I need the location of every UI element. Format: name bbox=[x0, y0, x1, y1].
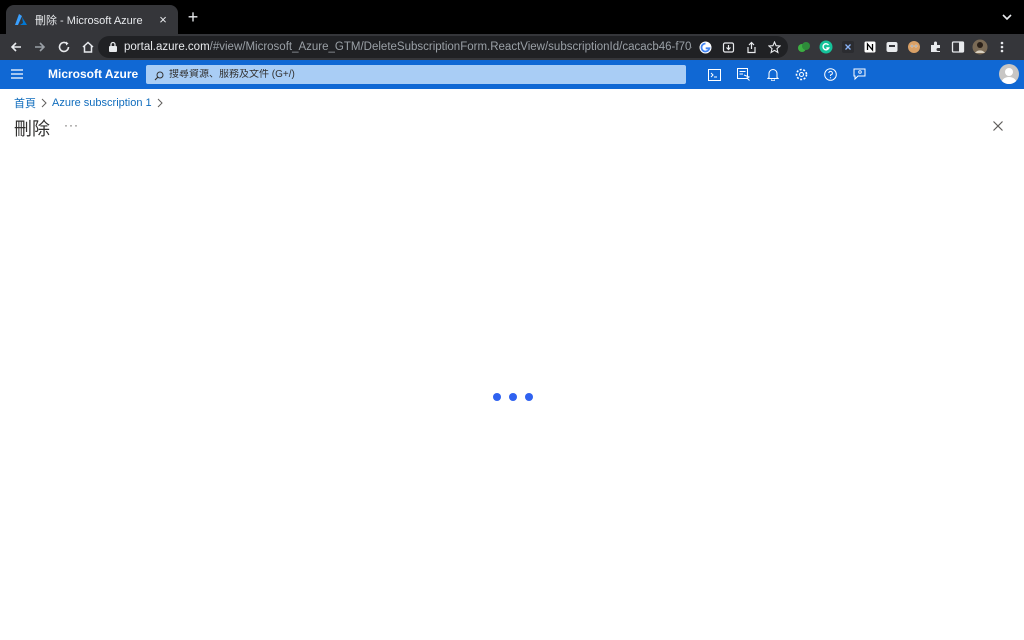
home-icon[interactable] bbox=[77, 36, 99, 58]
extension-chat-icon[interactable] bbox=[882, 37, 902, 57]
search-input[interactable] bbox=[169, 69, 669, 80]
user-avatar[interactable] bbox=[999, 64, 1019, 84]
puzzle-icon[interactable] bbox=[926, 37, 946, 57]
google-lens-icon[interactable] bbox=[695, 37, 715, 57]
hamburger-menu-icon[interactable] bbox=[10, 68, 24, 80]
url-text: portal.azure.com/#view/Microsoft_Azure_G… bbox=[124, 41, 692, 53]
reload-icon[interactable] bbox=[53, 36, 75, 58]
page-title: 刪除 bbox=[14, 119, 50, 140]
feedback-icon[interactable] bbox=[845, 64, 874, 85]
gear-icon[interactable] bbox=[787, 64, 816, 85]
new-tab-button[interactable]: + bbox=[184, 8, 202, 26]
extension-x-icon[interactable] bbox=[838, 37, 858, 57]
browser-tab-active[interactable]: 刪除 - Microsoft Azure × bbox=[6, 5, 178, 34]
close-icon[interactable] bbox=[990, 118, 1006, 134]
forward-arrow-icon[interactable] bbox=[29, 36, 51, 58]
directory-filter-icon[interactable] bbox=[729, 64, 758, 85]
grammarly-icon[interactable] bbox=[816, 37, 836, 57]
lock-icon bbox=[108, 41, 118, 53]
browser-toolbar: portal.azure.com/#view/Microsoft_Azure_G… bbox=[0, 34, 1024, 60]
azure-top-bar: Microsoft Azure bbox=[0, 60, 1024, 89]
more-actions-button[interactable]: ··· bbox=[64, 118, 79, 132]
tab-title: 刪除 - Microsoft Azure bbox=[35, 14, 143, 27]
breadcrumb-home[interactable]: 首頁 bbox=[14, 95, 36, 111]
chevron-right-icon bbox=[38, 97, 50, 109]
notion-icon[interactable] bbox=[860, 37, 880, 57]
loading-indicator bbox=[493, 393, 533, 403]
back-arrow-icon[interactable] bbox=[5, 36, 27, 58]
address-bar[interactable]: portal.azure.com/#view/Microsoft_Azure_G… bbox=[98, 36, 788, 58]
tab-close-button[interactable]: × bbox=[156, 12, 170, 27]
profile-avatar-icon[interactable] bbox=[970, 37, 990, 57]
side-panel-icon[interactable] bbox=[948, 37, 968, 57]
loading-dot bbox=[509, 393, 517, 401]
chevron-right-icon bbox=[154, 97, 166, 109]
browser-tab-strip: 刪除 - Microsoft Azure × + bbox=[0, 0, 1024, 34]
share-icon[interactable] bbox=[741, 37, 761, 57]
bell-icon[interactable] bbox=[758, 64, 787, 85]
global-search[interactable] bbox=[146, 65, 686, 84]
azure-logo-icon bbox=[14, 13, 28, 27]
cloud-shell-icon[interactable] bbox=[700, 64, 729, 85]
install-app-icon[interactable] bbox=[718, 37, 738, 57]
search-icon bbox=[154, 70, 164, 80]
azure-brand[interactable]: Microsoft Azure bbox=[48, 67, 138, 81]
browser-menu-icon[interactable] bbox=[992, 37, 1012, 57]
extension-frog-icon[interactable] bbox=[794, 37, 814, 57]
help-icon[interactable] bbox=[816, 64, 845, 85]
breadcrumb: 首頁 Azure subscription 1 bbox=[14, 95, 168, 111]
loading-dot bbox=[493, 393, 501, 401]
breadcrumb-subscription[interactable]: Azure subscription 1 bbox=[52, 97, 152, 109]
bookmark-star-icon[interactable] bbox=[764, 37, 784, 57]
loading-dot bbox=[525, 393, 533, 401]
tab-search-icon[interactable] bbox=[1000, 10, 1014, 24]
extension-mascot-icon[interactable] bbox=[904, 37, 924, 57]
